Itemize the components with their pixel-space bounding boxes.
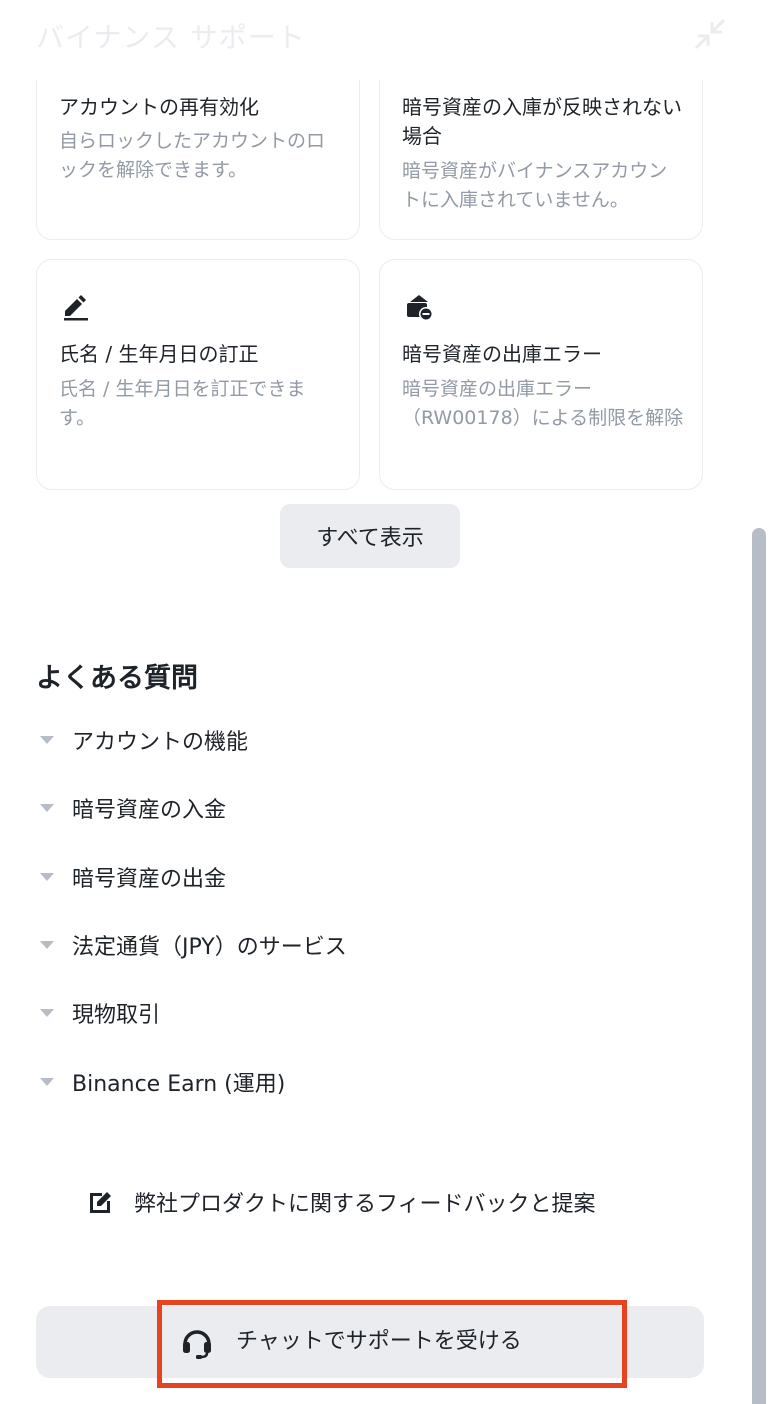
faq-item-crypto-deposit[interactable]: 暗号資産の入金 xyxy=(40,788,226,828)
faq-item-fiat-jpy[interactable]: 法定通貨（JPY）のサービス xyxy=(40,925,347,965)
faq-item-spot-trading[interactable]: 現物取引 xyxy=(40,993,160,1033)
card-name-dob-correction[interactable]: 氏名 / 生年月日の訂正 氏名 / 生年月日を訂正できます。 xyxy=(36,259,360,490)
card-withdrawal-error[interactable]: 暗号資産の出庫エラー 暗号資産の出庫エラー（RW00178）による制限を解除 xyxy=(379,259,703,490)
faq-item-crypto-withdrawal[interactable]: 暗号資産の出金 xyxy=(40,857,226,897)
caret-down-icon xyxy=(40,1078,54,1086)
faq-item-label: Binance Earn (運用) xyxy=(72,1072,286,1097)
edit-icon xyxy=(90,1192,111,1213)
faq-item-account-features[interactable]: アカウントの機能 xyxy=(40,720,248,760)
chat-support-label: チャットでサポートを受ける xyxy=(236,1329,522,1354)
caret-down-icon xyxy=(40,804,54,812)
faq-item-label: 暗号資産の出金 xyxy=(72,867,227,892)
faq-item-label: 法定通貨（JPY）のサービス xyxy=(72,935,347,960)
show-all-button[interactable]: すべて表示 xyxy=(280,504,460,568)
collapse-icon[interactable] xyxy=(694,18,726,50)
card-title: 暗号資産の出庫エラー xyxy=(402,342,602,366)
card-description: 暗号資産がバイナンスアカウントに入庫されていません。 xyxy=(402,160,668,211)
faq-item-label: アカウントの機能 xyxy=(72,730,249,755)
pencil-icon xyxy=(64,295,88,321)
faq-item-binance-earn[interactable]: Binance Earn (運用) xyxy=(40,1062,285,1102)
feedback-label: 弊社プロダクトに関するフィードバックと提案 xyxy=(134,1192,596,1217)
support-content[interactable]: アカウントの再有効化 自らロックしたアカウントのロックを解除できます。 暗号資産… xyxy=(0,0,752,1404)
caret-down-icon xyxy=(40,873,54,881)
header-title: バイナンス サポート xyxy=(36,21,306,54)
header: バイナンス サポート xyxy=(0,0,774,80)
caret-down-icon xyxy=(40,1009,54,1017)
scrollbar[interactable] xyxy=(752,528,766,1404)
chat-support-button[interactable]: チャットでサポートを受ける xyxy=(36,1306,704,1378)
card-title: アカウントの再有効化 xyxy=(59,95,259,119)
card-title: 暗号資産の入庫が反映されない場合 xyxy=(402,95,682,148)
caret-down-icon xyxy=(40,941,54,949)
faq-heading: よくある質問 xyxy=(36,663,198,694)
faq-item-label: 暗号資産の入金 xyxy=(72,798,227,823)
feedback-link[interactable]: 弊社プロダクトに関するフィードバックと提案 xyxy=(88,1180,596,1224)
card-title: 氏名 / 生年月日の訂正 xyxy=(59,342,259,366)
card-description: 氏名 / 生年月日を訂正できます。 xyxy=(59,378,306,429)
card-description: 暗号資産の出庫エラー（RW00178）による制限を解除 xyxy=(402,378,684,429)
card-description: 自らロックしたアカウントのロックを解除できます。 xyxy=(59,130,326,181)
wallet-minus-icon xyxy=(407,295,433,321)
faq-item-label: 現物取引 xyxy=(72,1003,161,1028)
caret-down-icon xyxy=(40,736,54,744)
headset-icon xyxy=(183,1330,211,1359)
